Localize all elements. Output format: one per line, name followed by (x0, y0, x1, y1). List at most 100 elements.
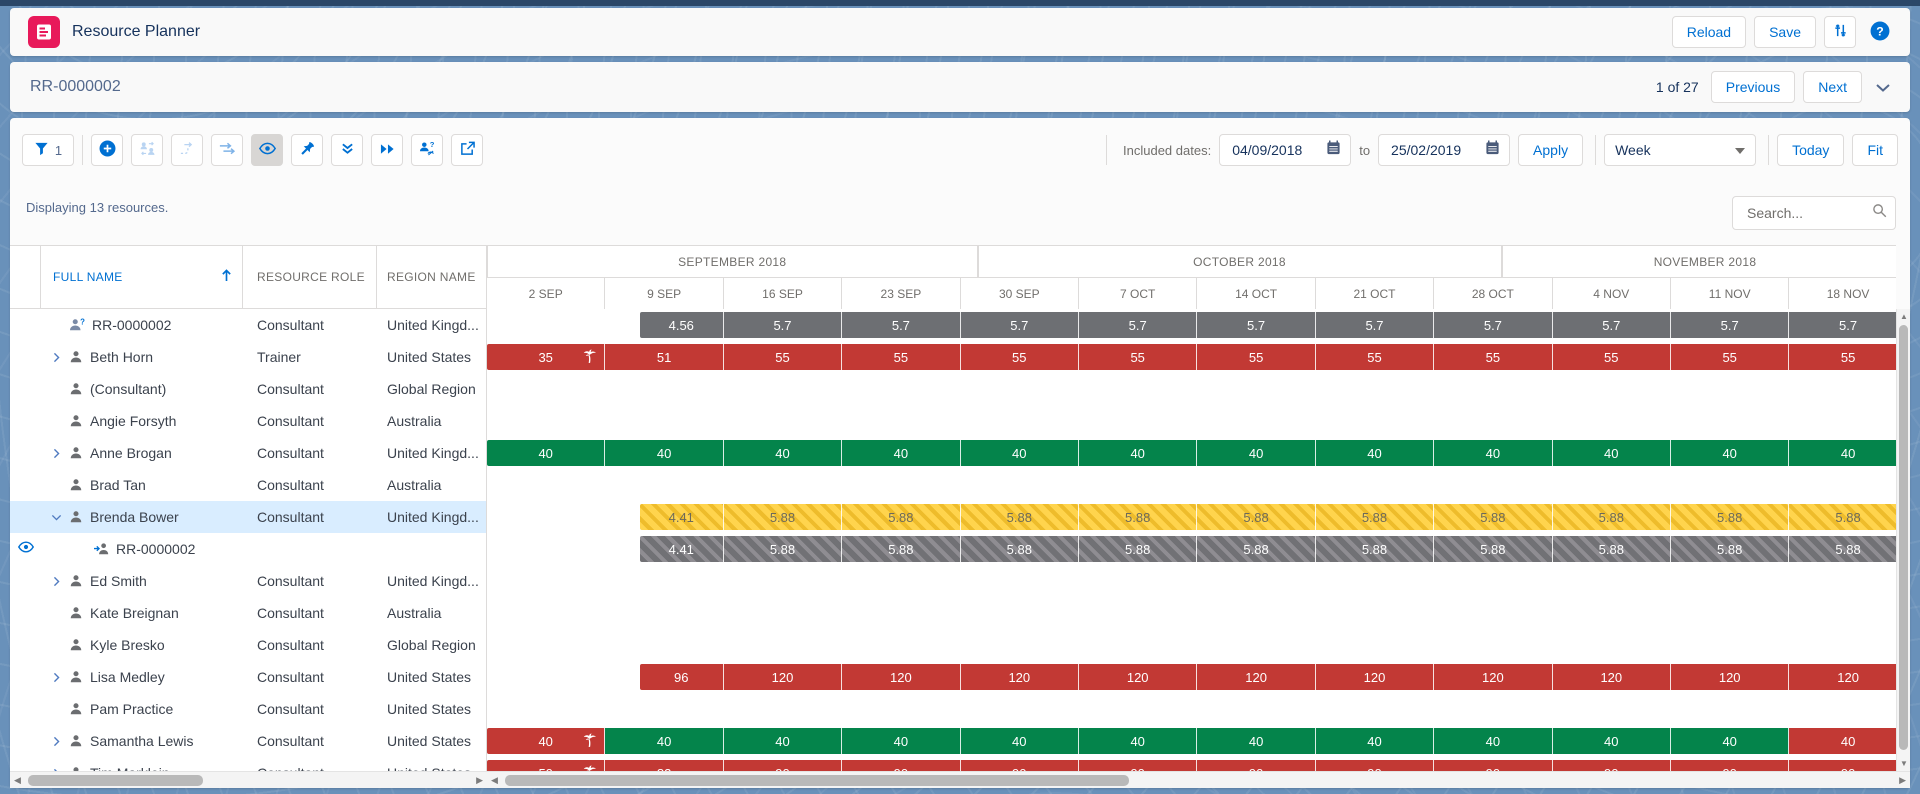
allocation-cell[interactable]: 90 (1079, 760, 1197, 771)
allocation-cell[interactable]: 55 (1079, 344, 1197, 370)
allocation-cell[interactable]: 120 (961, 664, 1079, 690)
allocation-cell[interactable]: 5.88 (1316, 504, 1434, 530)
resource-row[interactable]: Kyle BreskoConsultantGlobal Region (10, 629, 486, 661)
date-to-field[interactable] (1378, 134, 1510, 166)
allocation-cell[interactable]: 40 (1789, 728, 1896, 754)
allocation-cell[interactable]: 96 (640, 664, 724, 690)
scroll-up-icon[interactable]: ▲ (1900, 312, 1908, 321)
week-header[interactable]: 30 SEP (961, 278, 1079, 310)
allocation-cell[interactable]: 90 (842, 760, 960, 771)
allocation-cell[interactable]: 5.88 (1079, 504, 1197, 530)
allocation-cell[interactable]: 5.88 (1197, 536, 1315, 562)
week-header[interactable]: 14 OCT (1197, 278, 1315, 310)
week-header[interactable]: 9 SEP (605, 278, 723, 310)
allocation-cell[interactable]: 5.88 (1434, 536, 1552, 562)
allocation-cell[interactable]: 55 (724, 344, 842, 370)
allocation-cell[interactable]: 90 (724, 760, 842, 771)
week-header[interactable]: 4 NOV (1553, 278, 1671, 310)
allocation-cell[interactable]: 40 (1671, 440, 1789, 466)
resource-row[interactable]: (Consultant)ConsultantGlobal Region (10, 373, 486, 405)
allocation-cell[interactable]: 40 (961, 440, 1079, 466)
resource-row[interactable]: Pam PracticeConsultantUnited States (10, 693, 486, 725)
allocation-cell[interactable]: 5.7 (842, 312, 960, 338)
search-box[interactable] (1732, 196, 1896, 230)
allocation-cell[interactable]: 5.88 (1434, 504, 1552, 530)
allocation-cell[interactable]: 55 (1316, 344, 1434, 370)
allocation-cell[interactable]: 5.88 (961, 536, 1079, 562)
allocation-cell[interactable]: 40 (961, 728, 1079, 754)
apply-button[interactable]: Apply (1518, 134, 1583, 166)
settings-button[interactable] (1824, 16, 1856, 48)
allocation-cell[interactable]: 120 (1671, 664, 1789, 690)
allocation-cell[interactable]: 40 (1316, 728, 1434, 754)
row-visibility-toggle[interactable] (10, 540, 41, 558)
open-window-button[interactable] (451, 134, 483, 166)
week-header[interactable]: 18 NOV (1789, 278, 1896, 310)
allocation-cell[interactable]: 5.7 (961, 312, 1079, 338)
allocation-cell[interactable]: 55 (1434, 344, 1552, 370)
allocation-cell[interactable]: 5.88 (1316, 536, 1434, 562)
allocation-cell[interactable]: 51 (605, 344, 723, 370)
allocation-cell[interactable]: 4.41 (640, 536, 724, 562)
extend-button[interactable] (211, 134, 243, 166)
allocation-cell[interactable]: 40 (1671, 728, 1789, 754)
swap-resources-button[interactable] (131, 134, 163, 166)
resource-row[interactable]: Kate BreignanConsultantAustralia (10, 597, 486, 629)
vscroll-thumb[interactable] (1899, 325, 1908, 750)
chevron-right-icon[interactable] (47, 576, 65, 587)
allocation-cell[interactable]: 5.7 (1316, 312, 1434, 338)
allocation-cell[interactable]: 90 (1553, 760, 1671, 771)
allocation-cell[interactable]: 120 (1316, 664, 1434, 690)
allocation-cell[interactable]: 5.88 (1553, 504, 1671, 530)
allocation-cell[interactable]: 5.7 (1079, 312, 1197, 338)
allocation-cell[interactable]: 40 (1079, 728, 1197, 754)
today-button[interactable]: Today (1777, 134, 1844, 166)
timeline-vscrollbar[interactable]: ▲ ▼ (1896, 309, 1910, 771)
hscroll-thumb[interactable] (28, 775, 203, 786)
view-button[interactable] (251, 134, 283, 166)
scroll-left-icon[interactable]: ◀ (14, 775, 21, 786)
chevron-right-icon[interactable] (47, 352, 65, 363)
week-header[interactable]: 16 SEP (724, 278, 842, 310)
allocation-cell[interactable]: 5.88 (1789, 536, 1896, 562)
allocation-cell[interactable]: 4.56 (640, 312, 724, 338)
allocation-cell[interactable]: 35 (487, 344, 605, 370)
allocation-cell[interactable]: 120 (1434, 664, 1552, 690)
chevron-down-icon[interactable] (47, 512, 65, 523)
allocation-cell[interactable]: 5.88 (842, 504, 960, 530)
allocation-cell[interactable]: 120 (1197, 664, 1315, 690)
allocation-cell[interactable]: 90 (1789, 760, 1896, 771)
allocation-cell[interactable]: 40 (1553, 440, 1671, 466)
allocation-cell[interactable]: 55 (1197, 344, 1315, 370)
resource-role-column-header[interactable]: RESOURCE ROLE (243, 246, 377, 308)
resource-row[interactable]: Tim MarkleinConsultantUnited States (10, 757, 486, 771)
allocation-cell[interactable]: 5.88 (1197, 504, 1315, 530)
week-header[interactable]: 7 OCT (1079, 278, 1197, 310)
allocation-cell[interactable]: 40 (1434, 440, 1552, 466)
resource-row[interactable]: Anne BroganConsultantUnited Kingd... (10, 437, 486, 469)
resource-row[interactable]: Angie ForsythConsultantAustralia (10, 405, 486, 437)
week-header[interactable]: 23 SEP (842, 278, 960, 310)
date-to-input[interactable] (1389, 141, 1485, 159)
add-button[interactable] (91, 134, 123, 166)
allocation-cell[interactable]: 40 (1197, 440, 1315, 466)
allocation-cell[interactable]: 55 (1671, 344, 1789, 370)
resource-row[interactable]: Brenda BowerConsultantUnited Kingd... (10, 501, 486, 533)
allocation-cell[interactable]: 40 (605, 440, 723, 466)
allocation-cell[interactable]: 40 (487, 728, 605, 754)
allocation-cell[interactable]: 90 (961, 760, 1079, 771)
previous-button[interactable]: Previous (1711, 71, 1795, 103)
resource-row[interactable]: Brad TanConsultantAustralia (10, 469, 486, 501)
chevron-right-icon[interactable] (47, 448, 65, 459)
scroll-right-icon[interactable]: ▶ (1899, 775, 1906, 786)
allocation-cell[interactable]: 40 (1434, 728, 1552, 754)
record-menu-button[interactable] (1870, 79, 1896, 96)
allocation-cell[interactable]: 40 (724, 440, 842, 466)
allocation-cell[interactable]: 5.7 (1789, 312, 1896, 338)
allocation-cell[interactable]: 5.88 (1671, 536, 1789, 562)
full-name-column-header[interactable]: FULL NAME (41, 246, 243, 308)
route-button[interactable] (171, 134, 203, 166)
resource-row[interactable]: Ed SmithConsultantUnited Kingd... (10, 565, 486, 597)
allocation-cell[interactable]: 55 (961, 344, 1079, 370)
save-button[interactable]: Save (1754, 16, 1816, 48)
